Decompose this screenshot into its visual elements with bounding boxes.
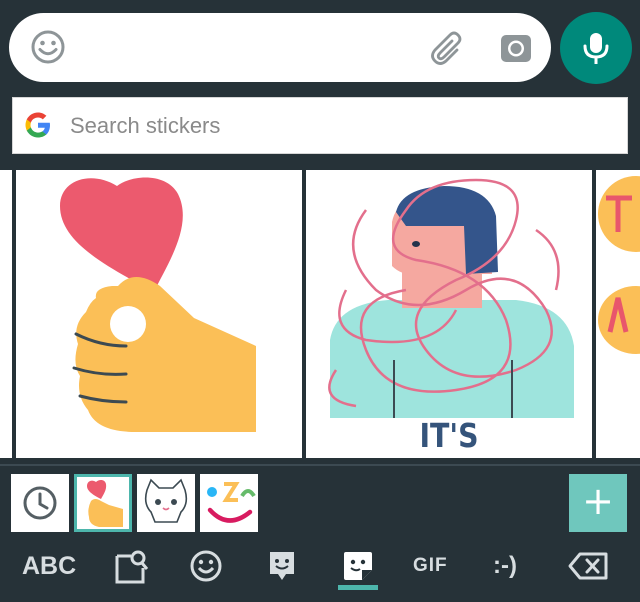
clock-icon bbox=[23, 486, 57, 520]
paperclip-icon[interactable] bbox=[427, 28, 467, 68]
message-compose-bar[interactable] bbox=[9, 13, 551, 82]
sticker-pack-row bbox=[0, 470, 640, 534]
partial-text-sticker[interactable] bbox=[596, 170, 640, 458]
its-complicated-sticker[interactable]: IT'S COMPLICATED bbox=[306, 170, 592, 458]
microphone-icon bbox=[583, 33, 609, 64]
sticker-strip[interactable]: IT'S COMPLICATED bbox=[0, 170, 640, 458]
panel-divider bbox=[0, 464, 640, 466]
face-pack-tab[interactable] bbox=[200, 474, 258, 532]
backspace-icon[interactable] bbox=[568, 550, 610, 582]
camera-icon[interactable] bbox=[497, 29, 535, 67]
emoticon-tab[interactable]: :-) bbox=[493, 552, 517, 592]
sticker-search-input[interactable]: Search stickers bbox=[12, 97, 628, 154]
recent-pack-tab[interactable] bbox=[11, 474, 69, 532]
sticker-square-icon[interactable] bbox=[266, 548, 298, 584]
add-sticker-pack-button[interactable]: + bbox=[569, 474, 627, 532]
heart-pack-tab[interactable] bbox=[74, 474, 132, 532]
emoji-icon[interactable] bbox=[188, 548, 224, 584]
search-placeholder: Search stickers bbox=[70, 113, 221, 138]
keyboard-mode-bar: ABC GIF :-) bbox=[0, 536, 640, 602]
sticker-tile-partial-left[interactable] bbox=[0, 170, 12, 458]
sticker-caption: IT'S COMPLICATED bbox=[336, 416, 562, 458]
bitmoji-icon[interactable] bbox=[113, 548, 149, 586]
heart-hand-sticker[interactable] bbox=[16, 170, 302, 458]
sticker-icon[interactable] bbox=[340, 548, 376, 584]
gif-tab[interactable]: GIF bbox=[413, 555, 448, 595]
emoji-smile-icon[interactable] bbox=[29, 28, 67, 66]
cat-pack-tab[interactable] bbox=[137, 474, 195, 532]
abc-keyboard-tab[interactable]: ABC bbox=[22, 552, 76, 592]
active-tab-indicator bbox=[338, 585, 378, 590]
microphone-button[interactable] bbox=[560, 12, 632, 84]
google-g-icon bbox=[25, 112, 50, 138]
